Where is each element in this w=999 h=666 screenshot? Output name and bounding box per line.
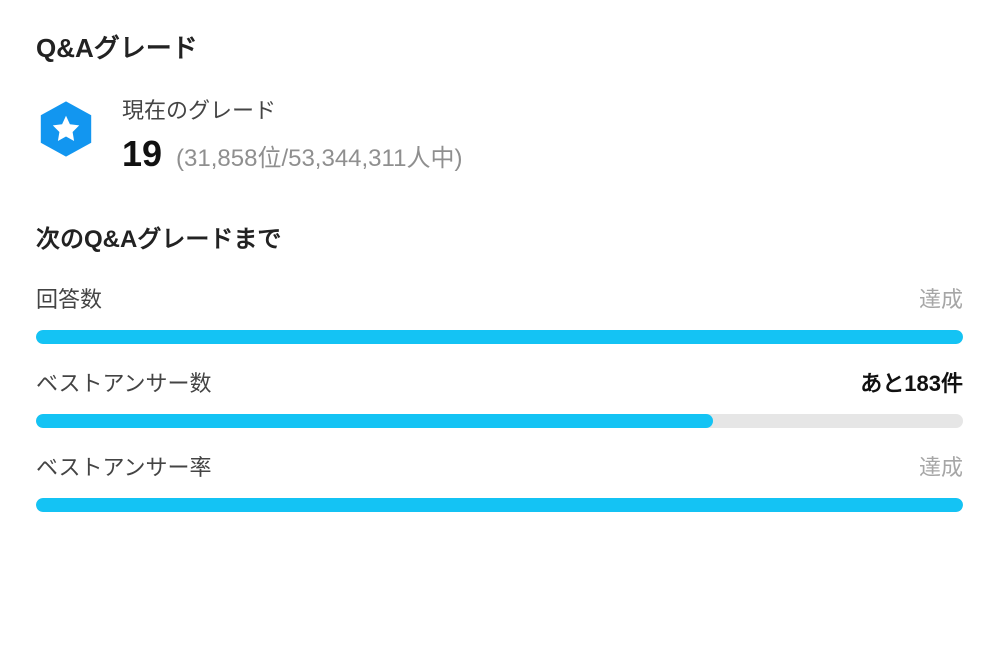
progress-label: 回答数: [36, 282, 102, 314]
progress-item-answers: 回答数 達成: [36, 282, 963, 344]
section-title: Q&Aグレード: [36, 28, 963, 65]
progress-bar: [36, 498, 963, 512]
progress-status: 達成: [919, 282, 963, 314]
progress-header: ベストアンサー数 あと183件: [36, 366, 963, 398]
progress-bar: [36, 414, 963, 428]
progress-header: ベストアンサー率 達成: [36, 450, 963, 482]
progress-bar-fill: [36, 330, 963, 344]
grade-badge-icon: [36, 99, 96, 159]
grade-value-row: 19 (31,858位/53,344,311人中): [122, 133, 462, 175]
progress-item-best-answers: ベストアンサー数 あと183件: [36, 366, 963, 428]
progress-bar-fill: [36, 498, 963, 512]
grade-number: 19: [122, 133, 162, 175]
progress-item-best-answer-rate: ベストアンサー率 達成: [36, 450, 963, 512]
grade-row: 現在のグレード 19 (31,858位/53,344,311人中): [36, 93, 963, 175]
progress-label: ベストアンサー率: [36, 450, 212, 482]
progress-bar: [36, 330, 963, 344]
progress-status: あと183件: [860, 366, 963, 398]
progress-status: 達成: [919, 450, 963, 482]
next-grade-title: 次のQ&Aグレードまで: [36, 219, 963, 254]
progress-header: 回答数 達成: [36, 282, 963, 314]
progress-label: ベストアンサー数: [36, 366, 212, 398]
grade-info: 現在のグレード 19 (31,858位/53,344,311人中): [122, 93, 462, 175]
grade-label: 現在のグレード: [122, 93, 462, 125]
grade-rank: (31,858位/53,344,311人中): [176, 138, 462, 173]
progress-bar-fill: [36, 414, 713, 428]
